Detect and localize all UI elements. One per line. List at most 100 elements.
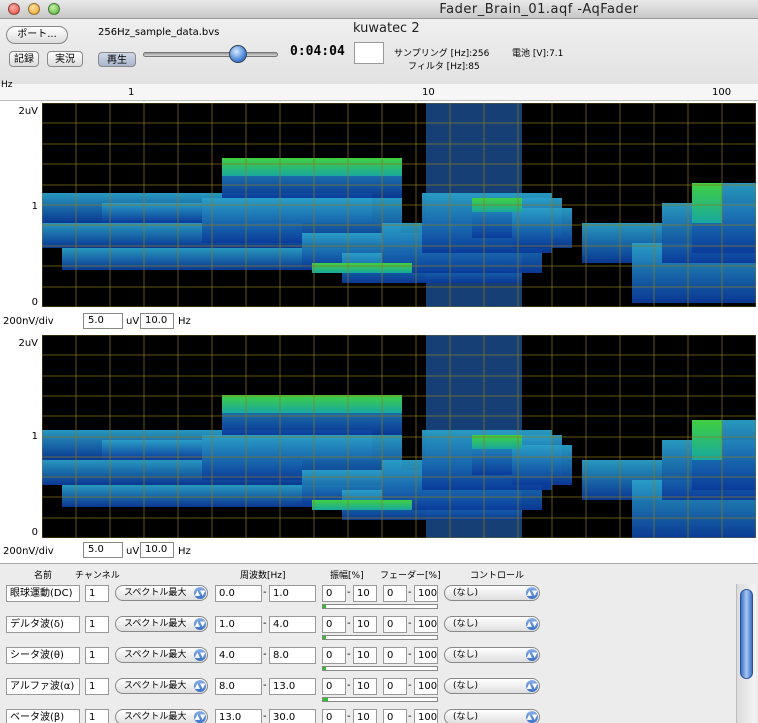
spectral-peak-surface [312, 500, 412, 510]
x-tick-1: 1 [128, 87, 135, 98]
fader-high-field[interactable]: 100 [414, 585, 438, 602]
spectrogram-panel-1: 2uV 1 0 200nV/div 5.0 uV 10.0 Hz [0, 101, 758, 333]
chevron-updown-icon: ▲▼ [526, 711, 538, 723]
amplitude-scale-input[interactable]: 5.0 [83, 542, 123, 558]
freq-low-field[interactable]: 1.0 [215, 616, 262, 633]
chevron-updown-icon: ▲▼ [194, 587, 206, 599]
channel-field[interactable]: 1 [85, 647, 109, 664]
frequency-marker-input[interactable]: 10.0 [140, 542, 174, 558]
amp-low-field[interactable]: 0 [322, 709, 346, 723]
amp-high-field[interactable]: 10 [353, 616, 377, 633]
spectral-peak-surface [692, 420, 722, 460]
frequency-marker-input[interactable]: 10.0 [140, 313, 174, 329]
table-scrollbar[interactable] [736, 584, 756, 723]
spectrogram-panel-2: 2uV 1 0 200nV/div 5.0 uV 10.0 Hz [0, 333, 758, 563]
band-row: アルファ波(α) 1 スペクトル最大 ▲▼ 8.0-13.0 0-10 0-100 (なし) ▲… [0, 674, 735, 705]
header-channel: チャンネル [75, 571, 120, 581]
range-dash: - [347, 618, 351, 629]
y-tick-mid: 1 [31, 201, 38, 212]
freq-high-field[interactable]: 30.0 [269, 709, 316, 723]
band-name-field[interactable]: デルタ波(δ) [6, 616, 80, 633]
freq-high-field[interactable]: 4.0 [269, 616, 316, 633]
amp-high-field[interactable]: 10 [353, 678, 377, 695]
playback-slider-track[interactable] [143, 52, 278, 57]
fader-low-field[interactable]: 0 [383, 647, 407, 664]
control-select[interactable]: (なし) ▲▼ [444, 585, 540, 601]
range-dash: - [263, 680, 267, 691]
fader-high-field[interactable]: 100 [414, 678, 438, 695]
range-dash: - [263, 711, 267, 722]
live-button[interactable]: 実況 [47, 51, 83, 67]
axis-unit: Hz [1, 80, 13, 90]
fader-high-field[interactable]: 100 [414, 647, 438, 664]
freq-high-field[interactable]: 1.0 [269, 585, 316, 602]
scrollbar-thumb[interactable] [740, 589, 753, 679]
amp-low-field[interactable]: 0 [322, 585, 346, 602]
band-row: 眼球運動(DC) 1 スペクトル最大 ▲▼ 0.0-1.0 0-10 0-100 (なし) ▲▼ [0, 581, 735, 612]
fader-high-field[interactable]: 100 [414, 616, 438, 633]
amp-low-field[interactable]: 0 [322, 678, 346, 695]
amplitude-unit: uV [126, 316, 140, 327]
amp-low-field[interactable]: 0 [322, 616, 346, 633]
x-tick-100: 100 [712, 87, 732, 98]
amplitude-scale-input[interactable]: 5.0 [83, 313, 123, 329]
band-name-field[interactable]: シータ波(θ) [6, 647, 80, 664]
port-button[interactable]: ポート... [6, 26, 68, 44]
range-dash: - [408, 711, 412, 722]
spectral-peak-surface [222, 395, 402, 413]
mode-select-value: スペクトル最大 [124, 619, 187, 629]
control-select-value: (なし) [453, 650, 479, 660]
header-fader: フェーダー[%] [380, 571, 441, 581]
play-button[interactable]: 再生 [98, 52, 136, 67]
control-select[interactable]: (なし) ▲▼ [444, 709, 540, 723]
control-select[interactable]: (なし) ▲▼ [444, 678, 540, 694]
band-row: シータ波(θ) 1 スペクトル最大 ▲▼ 4.0-8.0 0-10 0-100 (なし) ▲▼ [0, 643, 735, 674]
mode-select-value: スペクトル最大 [124, 588, 187, 598]
channel-field[interactable]: 1 [85, 616, 109, 633]
fader-low-field[interactable]: 0 [383, 678, 407, 695]
amp-high-field[interactable]: 10 [353, 585, 377, 602]
band-name-field[interactable]: ベータ波(β) [6, 709, 80, 723]
band-name-field[interactable]: アルファ波(α) [6, 678, 80, 695]
freq-low-field[interactable]: 13.0 [215, 709, 262, 723]
channel-field[interactable]: 1 [85, 709, 109, 723]
playback-slider-knob[interactable] [228, 45, 247, 63]
range-dash: - [408, 618, 412, 629]
record-button[interactable]: 記録 [9, 51, 39, 67]
mode-select[interactable]: スペクトル最大 ▲▼ [115, 678, 208, 694]
range-dash: - [263, 587, 267, 598]
toolbar: ポート... 記録 実況 再生 256Hz_sample_data.bvs 0:… [0, 19, 758, 84]
freq-high-field[interactable]: 8.0 [269, 647, 316, 664]
range-dash: - [347, 711, 351, 722]
fader-low-field[interactable]: 0 [383, 616, 407, 633]
mode-select[interactable]: スペクトル最大 ▲▼ [115, 585, 208, 601]
amp-low-field[interactable]: 0 [322, 647, 346, 664]
mode-select[interactable]: スペクトル最大 ▲▼ [115, 709, 208, 723]
control-select[interactable]: (なし) ▲▼ [444, 647, 540, 663]
chevron-updown-icon: ▲▼ [194, 711, 206, 723]
chevron-updown-icon: ▲▼ [526, 618, 538, 630]
channel-field[interactable]: 1 [85, 678, 109, 695]
y-tick-top: 2uV [18, 338, 38, 349]
level-meter [322, 635, 438, 640]
file-name: 256Hz_sample_data.bvs [98, 27, 220, 38]
freq-low-field[interactable]: 4.0 [215, 647, 262, 664]
mode-select[interactable]: スペクトル最大 ▲▼ [115, 616, 208, 632]
filter-rate: フィルタ [Hz]:85 [408, 59, 480, 72]
fader-low-field[interactable]: 0 [383, 709, 407, 723]
spectrogram-plot-1[interactable] [42, 103, 756, 307]
channel-field[interactable]: 1 [85, 585, 109, 602]
band-name-field[interactable]: 眼球運動(DC) [6, 585, 80, 602]
sampling-rate: サンプリング [Hz]:256 [394, 46, 489, 59]
mode-select[interactable]: スペクトル最大 ▲▼ [115, 647, 208, 663]
fader-low-field[interactable]: 0 [383, 585, 407, 602]
amp-high-field[interactable]: 10 [353, 647, 377, 664]
spectrogram-plot-2[interactable] [42, 335, 756, 538]
freq-high-field[interactable]: 13.0 [269, 678, 316, 695]
amp-high-field[interactable]: 10 [353, 709, 377, 723]
control-select[interactable]: (なし) ▲▼ [444, 616, 540, 632]
fader-high-field[interactable]: 100 [414, 709, 438, 723]
playback-time: 0:04:04 [290, 44, 345, 59]
freq-low-field[interactable]: 0.0 [215, 585, 262, 602]
freq-low-field[interactable]: 8.0 [215, 678, 262, 695]
